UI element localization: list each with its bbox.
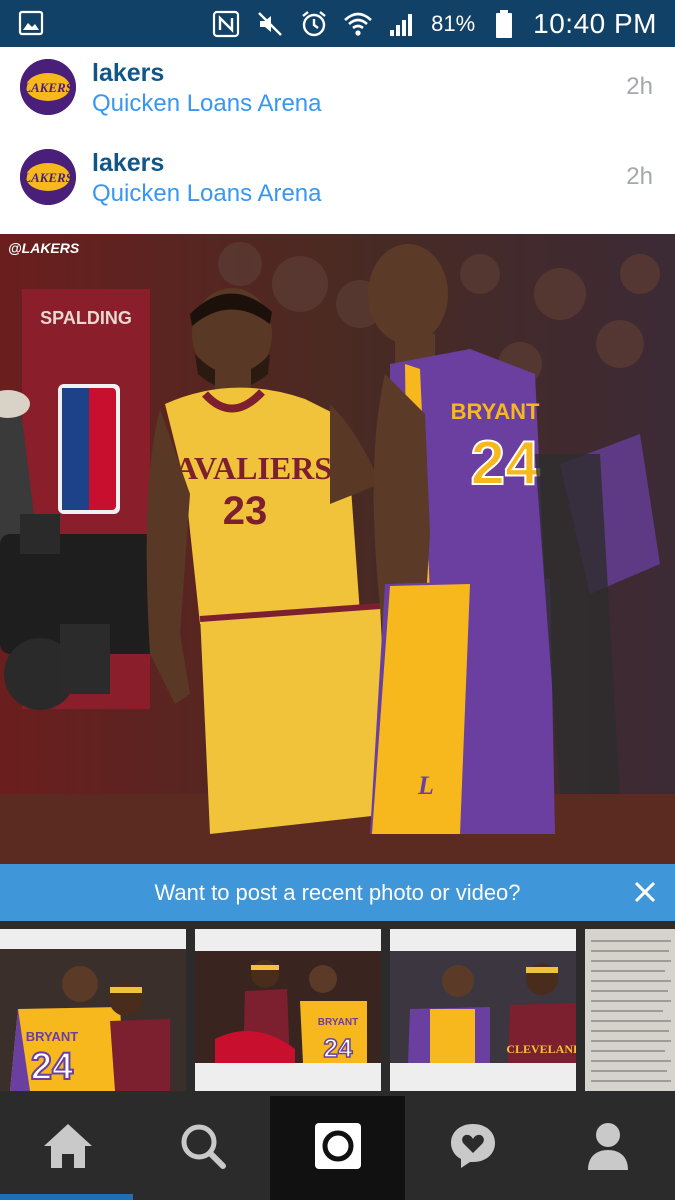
status-bar: 81% 10:40 PM	[0, 0, 675, 47]
bottom-navigation	[0, 1096, 675, 1200]
recent-photo-thumbnail[interactable]: BRYANT 24	[0, 929, 186, 1091]
nav-activity[interactable]	[405, 1096, 540, 1200]
alarm-icon	[299, 9, 329, 39]
jersey-number-left: 23	[223, 489, 268, 533]
avatar[interactable]: LAKERS	[20, 149, 76, 205]
svg-text:LAKERS: LAKERS	[22, 170, 73, 185]
nfc-icon	[211, 9, 241, 39]
post-time: 2h	[626, 163, 653, 190]
image-icon	[18, 10, 44, 36]
thumb-jersey-name: CLEVELAND	[506, 1042, 576, 1056]
photo-illustration: SPALDING CAVALIERS 23 BRYANT 24 L	[0, 234, 675, 864]
wifi-icon	[343, 9, 373, 39]
watermark-logo: @LAKERS	[8, 240, 80, 256]
post-header: LAKERS lakers Quicken Loans Arena 2h	[0, 47, 675, 145]
battery-icon	[489, 9, 519, 39]
activity-icon	[447, 1120, 499, 1177]
signal-icon	[387, 9, 417, 39]
thumb-jersey-name: BRYANT	[318, 1017, 358, 1028]
thumb-jersey-name: BRYANT	[26, 1029, 79, 1044]
username[interactable]: lakers	[92, 149, 164, 178]
jersey-name-right: BRYANT	[451, 399, 540, 424]
location-link[interactable]: Quicken Loans Arena	[92, 180, 322, 208]
banner-text: Want to post a recent photo or video?	[154, 880, 521, 905]
username[interactable]: lakers	[92, 59, 164, 88]
thumb-jersey-number: 24	[324, 1033, 353, 1063]
nav-search[interactable]	[135, 1096, 270, 1200]
camera-icon	[313, 1121, 363, 1176]
recent-photos-strip: BRYANT 24 BRYANT 24 CLEVELAND	[0, 921, 675, 1096]
search-icon	[177, 1120, 229, 1177]
post-photo[interactable]: SPALDING CAVALIERS 23 BRYANT 24 L @LAKER…	[0, 234, 675, 864]
home-icon	[40, 1120, 96, 1177]
jersey-number-right: 24	[471, 429, 540, 498]
active-tab-indicator	[0, 1194, 133, 1200]
nav-home[interactable]	[0, 1096, 135, 1200]
svg-text:LAKERS: LAKERS	[22, 80, 73, 95]
post-header: LAKERS lakers Quicken Loans Arena 2h	[0, 137, 675, 234]
recent-photo-thumbnail[interactable]	[585, 929, 675, 1091]
recent-photo-banner[interactable]: Want to post a recent photo or video?	[0, 864, 675, 921]
post-time: 2h	[626, 73, 653, 100]
recent-photo-thumbnail[interactable]: BRYANT 24	[195, 929, 381, 1091]
battery-percent: 81%	[431, 10, 476, 36]
thumb-jersey-number: 24	[31, 1046, 73, 1088]
nav-camera[interactable]	[270, 1096, 405, 1200]
avatar[interactable]: LAKERS	[20, 59, 76, 115]
profile-icon	[584, 1120, 632, 1177]
close-icon[interactable]	[629, 876, 661, 908]
spalding-text: SPALDING	[40, 308, 132, 328]
svg-text:L: L	[417, 771, 434, 800]
mute-icon	[255, 9, 285, 39]
clock: 10:40 PM	[533, 7, 657, 39]
nav-profile[interactable]	[540, 1096, 675, 1200]
recent-photo-thumbnail[interactable]: CLEVELAND	[390, 929, 576, 1091]
location-link[interactable]: Quicken Loans Arena	[92, 90, 322, 118]
